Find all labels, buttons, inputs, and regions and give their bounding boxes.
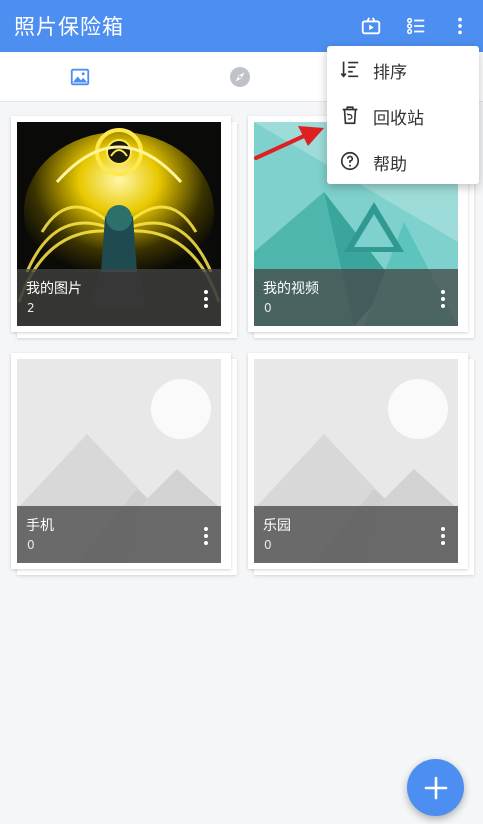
album-thumbnail: 手机 0 <box>17 359 221 563</box>
album-count: 0 <box>264 301 272 315</box>
menu-item-label: 排序 <box>373 63 407 83</box>
album-info-overlay: 乐园 0 <box>254 506 458 563</box>
more-vert-icon[interactable] <box>436 526 450 546</box>
sort-icon <box>340 61 359 78</box>
album-info-overlay: 我的图片 2 <box>17 269 221 326</box>
more-vert-icon[interactable] <box>199 526 213 546</box>
page-title: 照片保险箱 <box>14 15 124 39</box>
play-box-button[interactable] <box>358 13 384 39</box>
album-count: 0 <box>27 538 35 552</box>
more-vert-icon[interactable] <box>436 289 450 309</box>
annotation-arrow-icon <box>254 126 324 160</box>
tab-discover[interactable] <box>160 52 320 102</box>
album-thumbnail: 乐园 0 <box>254 359 458 563</box>
list-view-button[interactable] <box>403 13 429 39</box>
help-icon <box>340 151 360 171</box>
image-icon <box>70 68 90 86</box>
menu-item-help[interactable]: 帮助 <box>327 138 479 184</box>
album-count: 0 <box>264 538 272 552</box>
album-name: 乐园 <box>263 518 291 534</box>
album-name: 我的视频 <box>263 281 319 297</box>
menu-item-label: 帮助 <box>373 155 407 175</box>
more-vert-icon[interactable] <box>199 289 213 309</box>
app-bar: 照片保险箱 <box>0 0 483 52</box>
menu-item-sort[interactable]: 排序 <box>327 46 479 92</box>
album-card-phone[interactable]: 手机 0 <box>11 353 237 575</box>
album-info-overlay: 我的视频 0 <box>254 269 458 326</box>
compass-icon <box>230 67 250 87</box>
album-grid: 我的图片 2 我的视频 0 手机 0 乐园 0 <box>0 102 483 824</box>
album-count: 2 <box>27 301 35 315</box>
more-vert-icon <box>458 17 462 35</box>
tab-images[interactable] <box>0 52 160 102</box>
add-album-button[interactable] <box>407 759 464 816</box>
overflow-menu: 排序 回收站 帮助 <box>327 46 479 184</box>
album-name: 手机 <box>26 518 54 534</box>
play-box-icon <box>361 17 381 35</box>
menu-item-label: 回收站 <box>373 109 424 129</box>
album-name: 我的图片 <box>26 281 82 297</box>
album-thumbnail: 我的图片 2 <box>17 122 221 326</box>
album-card-my-pictures[interactable]: 我的图片 2 <box>11 116 237 338</box>
album-card-paradise[interactable]: 乐园 0 <box>248 353 474 575</box>
more-options-button[interactable] <box>447 13 473 39</box>
list-view-icon <box>407 17 425 35</box>
menu-item-recycle-bin[interactable]: 回收站 <box>327 92 479 138</box>
album-info-overlay: 手机 0 <box>17 506 221 563</box>
add-icon <box>424 776 447 799</box>
trash-icon <box>342 106 358 125</box>
